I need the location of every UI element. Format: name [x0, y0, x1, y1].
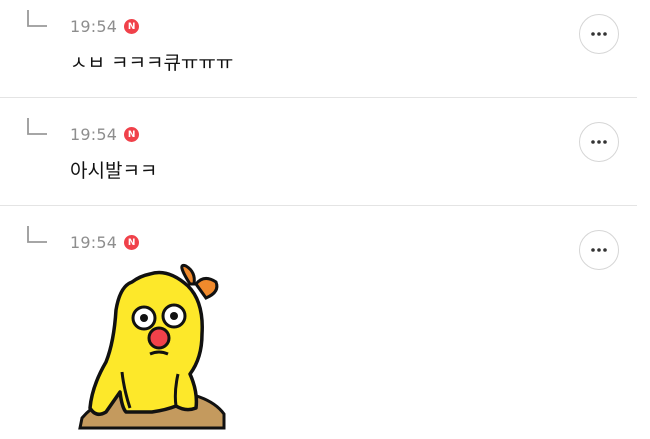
more-options-button[interactable] [579, 14, 619, 54]
comment-reply: 19:54 N ㅅㅂ ㅋㅋㅋ큐ㅠㅠㅠ [0, 0, 637, 98]
reply-meta: 19:54 N [70, 17, 140, 36]
reply-text: ㅅㅂ ㅋㅋㅋ큐ㅠㅠㅠ [70, 52, 234, 74]
reply-text: 아시발ㅋㅋ [70, 160, 158, 182]
more-options-button[interactable] [579, 122, 619, 162]
timestamp: 19:54 [70, 17, 118, 36]
reply-meta: 19:54 N [70, 125, 140, 144]
sticker-nose [147, 326, 171, 350]
new-badge: N [124, 19, 140, 34]
sticker-body [88, 270, 204, 416]
more-options-button[interactable] [579, 230, 619, 270]
new-badge: N [124, 127, 140, 142]
new-badge: N [124, 235, 140, 250]
reply-arrow-icon [27, 118, 47, 135]
timestamp: 19:54 [70, 125, 118, 144]
more-horizontal-icon [591, 32, 607, 36]
yellow-chick-sticker [78, 263, 226, 430]
more-horizontal-icon [591, 248, 607, 252]
more-horizontal-icon [591, 140, 607, 144]
timestamp: 19:54 [70, 233, 118, 252]
reply-meta: 19:54 N [70, 233, 140, 252]
comment-reply: 19:54 N 아시발ㅋㅋ [0, 98, 637, 206]
reply-arrow-icon [27, 226, 47, 243]
reply-arrow-icon [27, 10, 47, 27]
